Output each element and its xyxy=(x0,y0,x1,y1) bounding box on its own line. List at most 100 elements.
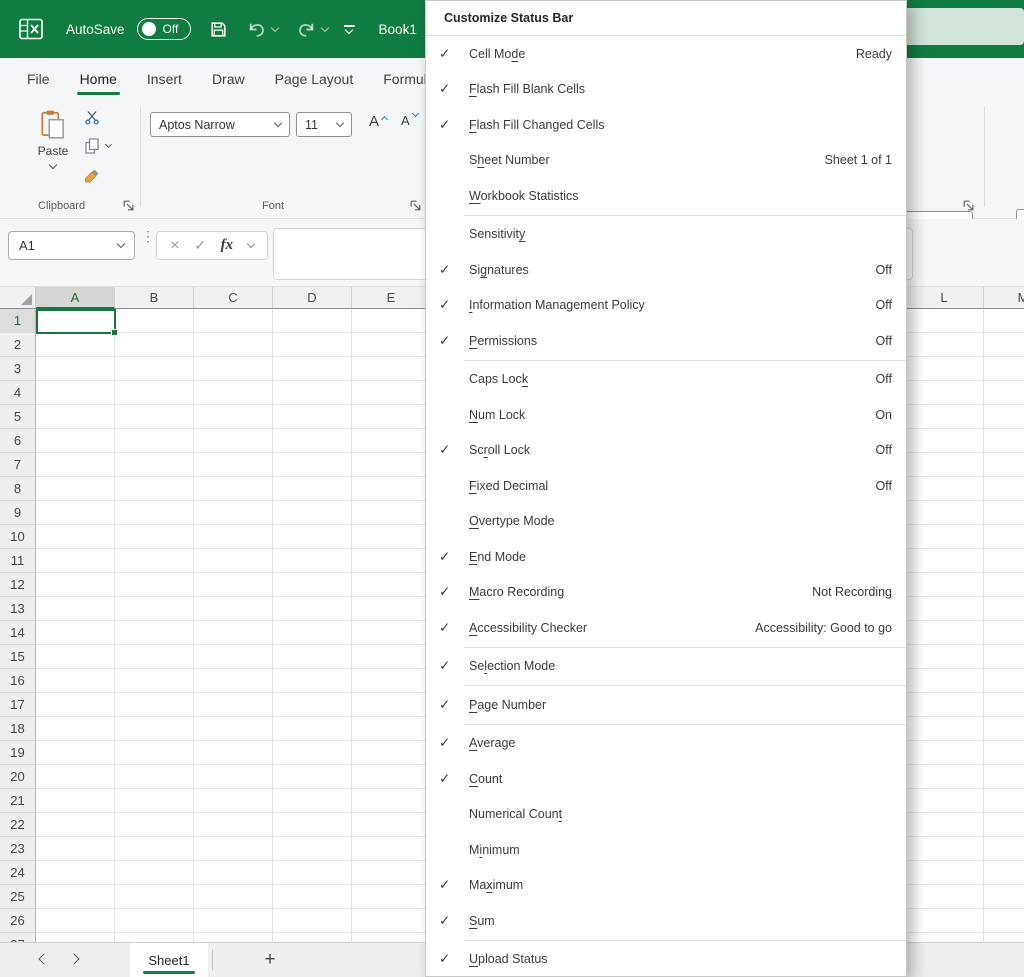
menu-item-caps-lock[interactable]: Caps Lock Off xyxy=(426,362,906,398)
grid-cell-E14[interactable] xyxy=(352,621,431,645)
grid-cell-M21[interactable] xyxy=(984,789,1024,813)
grid-cell-D1[interactable] xyxy=(273,309,352,333)
formula-bar-drag-handle[interactable]: ⋮ xyxy=(141,229,155,243)
menu-item-sum[interactable]: ✓ Sum xyxy=(426,903,906,939)
redo-dropdown-icon[interactable] xyxy=(320,23,329,32)
grid-cell-A26[interactable] xyxy=(36,909,115,933)
menu-item-maximum[interactable]: ✓ Maximum xyxy=(426,868,906,904)
grid-cell-A23[interactable] xyxy=(36,837,115,861)
grid-cell-E4[interactable] xyxy=(352,381,431,405)
tab-file[interactable]: File xyxy=(12,58,65,99)
fx-dropdown-icon[interactable] xyxy=(246,239,255,249)
row-header-22[interactable]: 22 xyxy=(0,813,36,837)
row-header-12[interactable]: 12 xyxy=(0,573,36,597)
menu-item-accessibility-checker[interactable]: ✓ Accessibility Checker Accessibility: Goo… xyxy=(426,610,906,646)
number-dialog-launcher-icon[interactable] xyxy=(962,199,975,212)
grid-cell-C19[interactable] xyxy=(194,741,273,765)
menu-item-permissions[interactable]: ✓ Permissions Off xyxy=(426,323,906,359)
grid-cell-A16[interactable] xyxy=(36,669,115,693)
grid-cell-A10[interactable] xyxy=(36,525,115,549)
row-header-17[interactable]: 17 xyxy=(0,693,36,717)
grid-cell-E27[interactable] xyxy=(352,933,431,942)
grid-cell-L1[interactable] xyxy=(905,309,984,333)
grid-cell-L25[interactable] xyxy=(905,885,984,909)
grid-cell-M7[interactable] xyxy=(984,453,1024,477)
grid-cell-L17[interactable] xyxy=(905,693,984,717)
grid-cell-E18[interactable] xyxy=(352,717,431,741)
grid-cell-E10[interactable] xyxy=(352,525,431,549)
grid-cell-B3[interactable] xyxy=(115,357,194,381)
grid-cell-C23[interactable] xyxy=(194,837,273,861)
paste-button[interactable]: Paste xyxy=(30,109,76,195)
grid-cell-C4[interactable] xyxy=(194,381,273,405)
grid-cell-M24[interactable] xyxy=(984,861,1024,885)
grid-cell-B2[interactable] xyxy=(115,333,194,357)
menu-item-minimum[interactable]: Minimum xyxy=(426,832,906,868)
grid-cell-L21[interactable] xyxy=(905,789,984,813)
grid-cell-C15[interactable] xyxy=(194,645,273,669)
tab-draw[interactable]: Draw xyxy=(197,58,260,99)
grid-cell-M13[interactable] xyxy=(984,597,1024,621)
grid-cell-B15[interactable] xyxy=(115,645,194,669)
grid-cell-D14[interactable] xyxy=(273,621,352,645)
grid-cell-B16[interactable] xyxy=(115,669,194,693)
grid-cell-D3[interactable] xyxy=(273,357,352,381)
grid-cell-M3[interactable] xyxy=(984,357,1024,381)
grid-cell-D9[interactable] xyxy=(273,501,352,525)
grid-cell-B18[interactable] xyxy=(115,717,194,741)
menu-item-macro-recording[interactable]: ✓ Macro Recording Not Recording xyxy=(426,575,906,611)
menu-item-count[interactable]: ✓ Count xyxy=(426,761,906,797)
copy-button[interactable] xyxy=(84,136,113,156)
grid-cell-L23[interactable] xyxy=(905,837,984,861)
grid-cell-A2[interactable] xyxy=(36,333,115,357)
grid-cell-M12[interactable] xyxy=(984,573,1024,597)
grid-cell-B22[interactable] xyxy=(115,813,194,837)
grid-cell-E16[interactable] xyxy=(352,669,431,693)
cancel-icon[interactable]: × xyxy=(170,237,179,255)
grid-cell-M23[interactable] xyxy=(984,837,1024,861)
grid-cell-L6[interactable] xyxy=(905,429,984,453)
grid-cell-M22[interactable] xyxy=(984,813,1024,837)
column-header-D[interactable]: D xyxy=(273,287,352,309)
grid-cell-D19[interactable] xyxy=(273,741,352,765)
grid-cell-C14[interactable] xyxy=(194,621,273,645)
grid-cell-L4[interactable] xyxy=(905,381,984,405)
grid-cell-C9[interactable] xyxy=(194,501,273,525)
tab-page-layout[interactable]: Page Layout xyxy=(260,58,369,99)
grid-cell-M26[interactable] xyxy=(984,909,1024,933)
row-header-11[interactable]: 11 xyxy=(0,549,36,573)
grid-cell-A17[interactable] xyxy=(36,693,115,717)
grid-cell-C12[interactable] xyxy=(194,573,273,597)
row-header-27[interactable]: 27 xyxy=(0,933,36,942)
save-button[interactable] xyxy=(209,20,228,39)
grid-cell-M11[interactable] xyxy=(984,549,1024,573)
menu-item-fixed-decimal[interactable]: Fixed Decimal Off xyxy=(426,468,906,504)
column-header-C[interactable]: C xyxy=(194,287,273,309)
grid-cell-E6[interactable] xyxy=(352,429,431,453)
grid-cell-C1[interactable] xyxy=(194,309,273,333)
grid-cell-A27[interactable] xyxy=(36,933,115,942)
menu-item-flash-fill-changed-cells[interactable]: ✓ Flash Fill Changed Cells xyxy=(426,107,906,143)
grid-cell-D26[interactable] xyxy=(273,909,352,933)
grid-cell-A19[interactable] xyxy=(36,741,115,765)
row-header-13[interactable]: 13 xyxy=(0,597,36,621)
grid-cell-B9[interactable] xyxy=(115,501,194,525)
column-header-L[interactable]: L xyxy=(905,287,984,309)
grid-cell-C25[interactable] xyxy=(194,885,273,909)
grid-cell-C11[interactable] xyxy=(194,549,273,573)
row-header-6[interactable]: 6 xyxy=(0,429,36,453)
grid-cell-B1[interactable] xyxy=(115,309,194,333)
menu-item-page-number[interactable]: ✓ Page Number xyxy=(426,687,906,723)
cut-button[interactable] xyxy=(84,107,111,127)
grid-cell-C22[interactable] xyxy=(194,813,273,837)
grid-cell-M1[interactable] xyxy=(984,309,1024,333)
menu-item-signatures[interactable]: ✓ Signatures Off xyxy=(426,252,906,288)
excel-app-icon[interactable] xyxy=(18,17,44,41)
grid-cell-A4[interactable] xyxy=(36,381,115,405)
row-header-18[interactable]: 18 xyxy=(0,717,36,741)
decrease-font-size-button[interactable]: A xyxy=(401,109,419,128)
row-header-10[interactable]: 10 xyxy=(0,525,36,549)
grid-cell-B8[interactable] xyxy=(115,477,194,501)
grid-cell-B14[interactable] xyxy=(115,621,194,645)
grid-cell-D21[interactable] xyxy=(273,789,352,813)
